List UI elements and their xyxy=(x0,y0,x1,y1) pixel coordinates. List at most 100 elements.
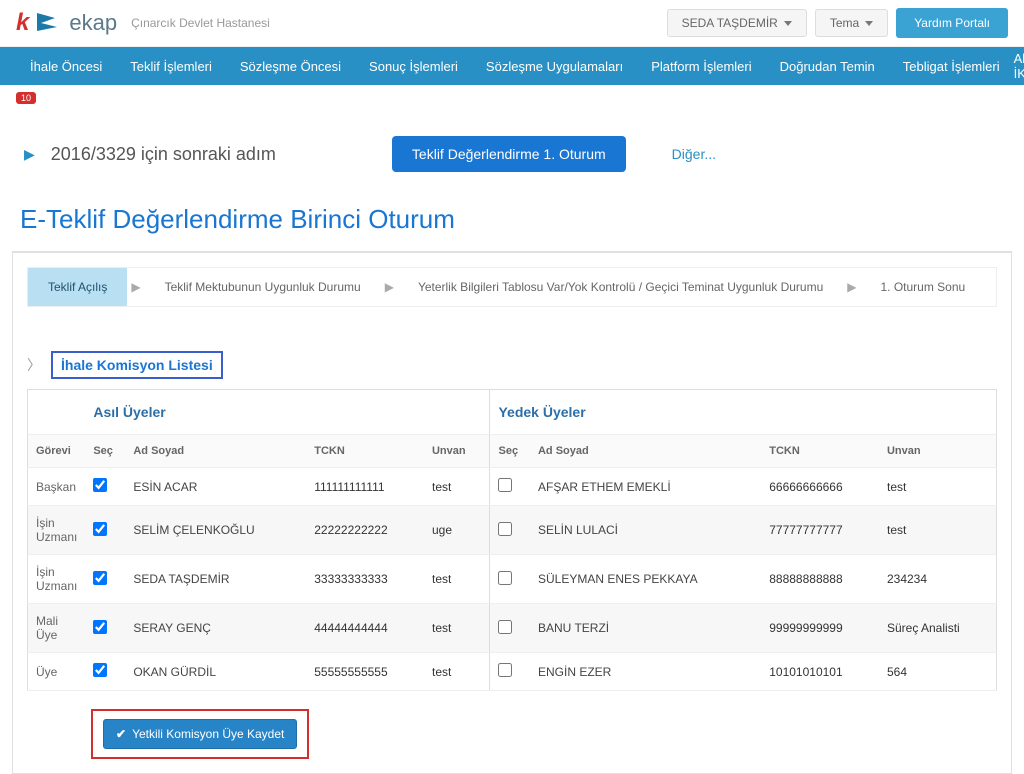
play-icon: ▶ xyxy=(24,146,35,163)
asil-unvan-cell: test xyxy=(424,653,490,691)
asil-checkbox[interactable] xyxy=(93,620,107,634)
yedek-name-cell: SÜLEYMAN ENES PEKKAYA xyxy=(530,555,761,604)
brand-name: ekap xyxy=(69,10,117,36)
asil-tckn-cell: 22222222222 xyxy=(306,506,424,555)
teklif-degerlendirme-button[interactable]: Teklif Değerlendirme 1. Oturum xyxy=(392,136,626,172)
notification-badge-wrap: 10 xyxy=(0,85,1024,108)
asil-tckn-cell: 55555555555 xyxy=(306,653,424,691)
step-oturum-sonu[interactable]: 1. Oturum Sonu xyxy=(860,268,985,306)
check-icon: ✔ xyxy=(116,727,126,741)
yedek-unvan-cell: 564 xyxy=(879,653,997,691)
header-bar: k ekap Çınarcık Devlet Hastanesi SEDA TA… xyxy=(0,0,1024,47)
asil-tckn-cell: 111111111111 xyxy=(306,468,424,506)
caret-down-icon xyxy=(865,21,873,26)
asil-checkbox[interactable] xyxy=(93,663,107,677)
gorevi-spacer xyxy=(28,390,86,435)
step-teklif-acilis[interactable]: Teklif Açılış xyxy=(28,268,127,306)
table-row: İşin UzmanıSEDA TAŞDEMİR33333333333testS… xyxy=(28,555,997,604)
asil-checkbox-cell xyxy=(85,506,125,555)
step-yeterlik-bilgileri[interactable]: Yeterlik Bilgileri Tablosu Var/Yok Kontr… xyxy=(398,268,843,306)
column-header-row: Görevi Seç Ad Soyad TCKN Unvan Seç Ad So… xyxy=(28,435,997,468)
section-title: İhale Komisyon Listesi xyxy=(61,357,213,373)
asil-name-cell: SEDA TAŞDEMİR xyxy=(125,555,306,604)
help-portal-button[interactable]: Yardım Portalı xyxy=(896,8,1008,38)
asil-name-cell: OKAN GÜRDİL xyxy=(125,653,306,691)
yedek-name-cell: ENGİN EZER xyxy=(530,653,761,691)
asil-checkbox-cell xyxy=(85,468,125,506)
main-nav: İhale Öncesi Teklif İşlemleri Sözleşme Ö… xyxy=(0,47,1024,85)
nav-item-teklif-islemleri[interactable]: Teklif İşlemleri xyxy=(116,59,226,74)
col-tckn-yedek: TCKN xyxy=(761,435,879,468)
nav-item-platform-islemleri[interactable]: Platform İşlemleri xyxy=(637,59,765,74)
asil-checkbox[interactable] xyxy=(93,478,107,492)
asil-unvan-cell: test xyxy=(424,468,490,506)
nav-item-ihale-oncesi[interactable]: İhale Öncesi xyxy=(16,59,116,74)
yedek-unvan-cell: 234234 xyxy=(879,555,997,604)
yedek-checkbox-cell xyxy=(490,506,530,555)
yedek-checkbox[interactable] xyxy=(498,478,512,492)
chevron-right-icon: ▶ xyxy=(127,280,144,294)
hospital-name: Çınarcık Devlet Hastanesi xyxy=(131,16,270,30)
content-panel: Teklif Açılış ▶ Teklif Mektubunun Uygunl… xyxy=(12,251,1012,774)
yedek-checkbox[interactable] xyxy=(498,522,512,536)
yetkili-komisyon-uye-kaydet-button[interactable]: ✔ Yetkili Komisyon Üye Kaydet xyxy=(103,719,297,749)
chevron-right-icon[interactable]: 〉 xyxy=(27,355,41,375)
theme-label: Tema xyxy=(830,16,859,30)
save-button-label: Yetkili Komisyon Üye Kaydet xyxy=(132,727,284,741)
step-teklif-mektubunun[interactable]: Teklif Mektubunun Uygunluk Durumu xyxy=(145,268,381,306)
yedek-checkbox-cell xyxy=(490,653,530,691)
yedek-tckn-cell: 66666666666 xyxy=(761,468,879,506)
yedek-checkbox-cell xyxy=(490,604,530,653)
nav-item-tebligat-islemleri[interactable]: Tebligat İşlemleri xyxy=(889,59,1014,74)
chevron-right-icon: ▶ xyxy=(843,280,860,294)
yedek-name-cell: SELİN LULACİ xyxy=(530,506,761,555)
asil-name-cell: SERAY GENÇ xyxy=(125,604,306,653)
user-dropdown[interactable]: SEDA TAŞDEMİR xyxy=(667,9,807,37)
nav-item-sozlesme-oncesi[interactable]: Sözleşme Öncesi xyxy=(226,59,355,74)
theme-dropdown[interactable]: Tema xyxy=(815,9,888,37)
yedek-name-cell: AFŞAR ETHEM EMEKLİ xyxy=(530,468,761,506)
yedek-checkbox-cell xyxy=(490,468,530,506)
section-title-box: İhale Komisyon Listesi xyxy=(51,351,223,379)
nav-item-sozlesme-uygulamalari[interactable]: Sözleşme Uygulamaları xyxy=(472,59,637,74)
step-bar: Teklif Açılış ▶ Teklif Mektubunun Uygunl… xyxy=(27,267,997,307)
asil-checkbox[interactable] xyxy=(93,571,107,585)
notification-badge[interactable]: 10 xyxy=(16,92,36,104)
nav-item-dogrudan-temin[interactable]: Doğrudan Temin xyxy=(766,59,889,74)
nav-item-sonuc-islemleri[interactable]: Sonuç İşlemleri xyxy=(355,59,472,74)
yedek-name-cell: BANU TERZİ xyxy=(530,604,761,653)
role-cell: Başkan xyxy=(28,468,86,506)
next-step-bar: ▶ 2016/3329 için sonraki adım Teklif Değ… xyxy=(0,108,1024,192)
caret-down-icon xyxy=(784,21,792,26)
yedek-checkbox[interactable] xyxy=(498,663,512,677)
col-sec-yedek: Seç xyxy=(490,435,530,468)
yedek-checkbox[interactable] xyxy=(498,620,512,634)
asil-checkbox-cell xyxy=(85,653,125,691)
table-row: İşin UzmanıSELİM ÇELENKOĞLU22222222222ug… xyxy=(28,506,997,555)
yedek-tckn-cell: 10101010101 xyxy=(761,653,879,691)
role-cell: İşin Uzmanı xyxy=(28,555,86,604)
logo-k-icon: k xyxy=(16,9,29,37)
active-ikn: Aktif İKN: 2016/3329 xyxy=(1014,51,1024,81)
user-name: SEDA TAŞDEMİR xyxy=(682,16,778,30)
asil-checkbox[interactable] xyxy=(93,522,107,536)
yedek-tckn-cell: 99999999999 xyxy=(761,604,879,653)
header-right: SEDA TAŞDEMİR Tema Yardım Portalı xyxy=(667,8,1008,38)
table-row: BaşkanESİN ACAR111111111111testAFŞAR ETH… xyxy=(28,468,997,506)
table-row: Üye OKAN GÜRDİL55555555555test ENGİN EZER1… xyxy=(28,653,997,691)
col-sec-asil: Seç xyxy=(85,435,125,468)
yedek-tckn-cell: 88888888888 xyxy=(761,555,879,604)
section-title-wrap: 〉 İhale Komisyon Listesi xyxy=(27,351,997,379)
group-header-row: Asıl Üyeler Yedek Üyeler xyxy=(28,390,997,435)
asil-tckn-cell: 44444444444 xyxy=(306,604,424,653)
yedek-uyeler-header: Yedek Üyeler xyxy=(490,390,997,435)
role-cell: Üye xyxy=(28,653,86,691)
yedek-checkbox[interactable] xyxy=(498,571,512,585)
page-title: E-Teklif Değerlendirme Birinci Oturum xyxy=(0,192,1024,251)
asil-uyeler-header: Asıl Üyeler xyxy=(85,390,490,435)
asil-tckn-cell: 33333333333 xyxy=(306,555,424,604)
ikn-label: Aktif İKN: xyxy=(1014,51,1024,81)
role-cell: İşin Uzmanı xyxy=(28,506,86,555)
more-link[interactable]: Diğer... xyxy=(672,146,716,162)
table-row: Mali ÜyeSERAY GENÇ44444444444testBANU TE… xyxy=(28,604,997,653)
